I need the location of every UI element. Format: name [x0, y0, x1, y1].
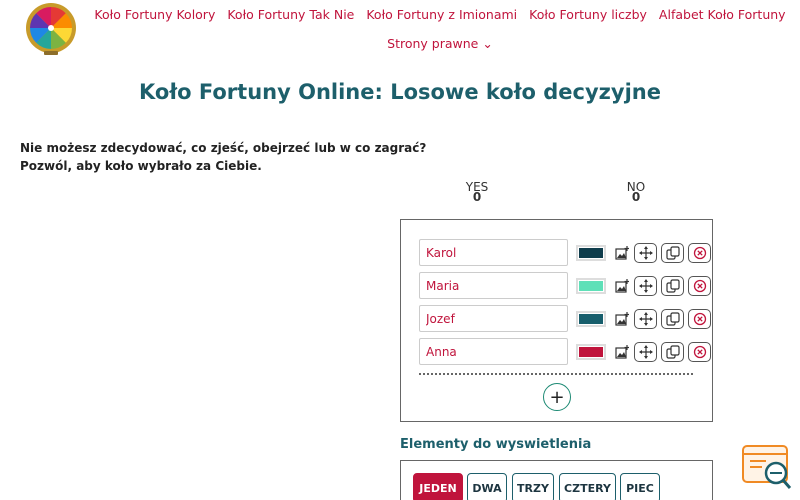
search-document-icon: [742, 445, 792, 489]
no-value: 0: [631, 190, 641, 204]
main-nav: Koło Fortuny Kolory Koło Fortuny Tak Nie…: [94, 6, 785, 51]
add-image-icon[interactable]: [614, 344, 630, 360]
tab-piec[interactable]: PIEC: [620, 473, 660, 500]
copy-icon[interactable]: [661, 242, 684, 263]
nav-link-tak-nie[interactable]: Koło Fortuny Tak Nie: [221, 6, 360, 24]
entry-name-input[interactable]: [419, 239, 568, 266]
entry-row: [419, 272, 711, 299]
entry-row: [419, 338, 711, 365]
yes-value: 0: [472, 190, 482, 204]
tab-dwa[interactable]: DWA: [467, 473, 507, 500]
add-image-icon[interactable]: [614, 278, 630, 294]
add-image-icon[interactable]: [614, 245, 630, 261]
entry-color-picker[interactable]: [576, 343, 606, 360]
add-image-icon[interactable]: [614, 311, 630, 327]
color-swatch: [579, 313, 603, 324]
tab-cztery[interactable]: CZTERY: [559, 473, 616, 500]
yes-score: YES 0: [457, 181, 497, 204]
nav-link-kolory[interactable]: Koło Fortuny Kolory: [88, 6, 221, 24]
display-section-heading: Elementy do wyswietlenia: [400, 437, 592, 452]
floating-search-widget[interactable]: [742, 444, 792, 490]
entries-divider: [419, 373, 693, 375]
entry-name-input[interactable]: [419, 272, 568, 299]
nav-dropdown-legal[interactable]: Strony prawne ⌄: [387, 36, 493, 51]
add-entry-button[interactable]: +: [543, 383, 571, 411]
nav-link-imiona[interactable]: Koło Fortuny z Imionami: [360, 6, 523, 24]
page-title: Koło Fortuny Online: Losowe koło decyzyj…: [139, 80, 661, 104]
move-icon[interactable]: [634, 275, 657, 296]
remove-icon[interactable]: [688, 341, 711, 362]
entry-row: [419, 305, 711, 332]
entry-color-picker[interactable]: [576, 244, 606, 261]
entry-color-picker[interactable]: [576, 277, 606, 294]
display-tabs: JEDEN DWA TRZY CZTERY PIEC: [400, 460, 713, 500]
entry-name-input[interactable]: [419, 338, 568, 365]
remove-icon[interactable]: [688, 275, 711, 296]
copy-icon[interactable]: [661, 275, 684, 296]
intro-text: Nie możesz zdecydować, co zjeść, obejrze…: [20, 139, 426, 175]
entry-color-picker[interactable]: [576, 310, 606, 327]
entries-panel: +: [400, 219, 713, 422]
nav-link-liczby[interactable]: Koło Fortuny liczby: [523, 6, 653, 24]
remove-icon[interactable]: [688, 242, 711, 263]
wheel-logo-icon: [26, 3, 76, 55]
move-icon[interactable]: [634, 242, 657, 263]
color-swatch: [579, 247, 603, 258]
entry-row: [419, 239, 711, 266]
entry-name-input[interactable]: [419, 305, 568, 332]
copy-icon[interactable]: [661, 308, 684, 329]
color-swatch: [579, 280, 603, 291]
move-icon[interactable]: [634, 341, 657, 362]
intro-line-2: Pozwól, aby koło wybrało za Ciebie.: [20, 159, 262, 173]
move-icon[interactable]: [634, 308, 657, 329]
color-swatch: [579, 346, 603, 357]
remove-icon[interactable]: [688, 308, 711, 329]
tab-trzy[interactable]: TRZY: [512, 473, 554, 500]
no-score: NO 0: [616, 181, 656, 204]
nav-link-alfabet[interactable]: Alfabet Koło Fortuny: [653, 6, 792, 24]
intro-line-1: Nie możesz zdecydować, co zjeść, obejrze…: [20, 141, 427, 155]
site-logo[interactable]: [24, 2, 78, 56]
tab-jeden[interactable]: JEDEN: [413, 473, 463, 500]
copy-icon[interactable]: [661, 341, 684, 362]
